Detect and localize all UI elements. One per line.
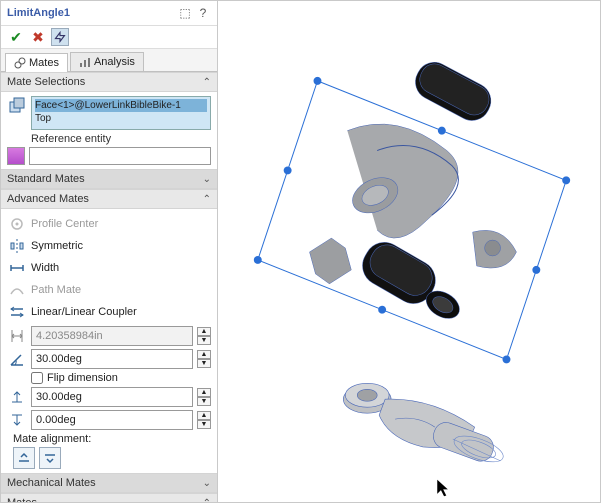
section-advanced-label: Advanced Mates — [7, 193, 89, 205]
tab-bar: Mates Analysis — [1, 49, 217, 72]
flip-dimension-input[interactable] — [31, 372, 43, 384]
titlebar: LimitAngle1 ⬚ ? — [1, 1, 217, 26]
distance-input[interactable]: 4.20358984in — [31, 326, 193, 346]
section-mates-list[interactable]: Mates ⌃ — [1, 493, 217, 502]
section-mate-selections-label: Mate Selections — [7, 76, 85, 88]
chevron-up-icon: ⌃ — [203, 194, 211, 205]
selection-icon[interactable] — [7, 96, 27, 130]
mate-selections-body: Face<1>@LowerLinkBibleBike-1 Top Referen… — [1, 92, 217, 169]
tab-analysis-label: Analysis — [94, 56, 135, 68]
selection-item-1[interactable]: Face<1>@LowerLinkBibleBike-1 — [35, 99, 207, 112]
panel-title: LimitAngle1 — [7, 7, 175, 19]
selection-list[interactable]: Face<1>@LowerLinkBibleBike-1 Top — [31, 96, 211, 130]
tab-mates[interactable]: Mates — [5, 53, 68, 72]
chevron-up-icon: ⌃ — [203, 77, 211, 88]
distance-icon — [7, 328, 27, 344]
graphics-viewport[interactable] — [218, 1, 600, 502]
tab-analysis[interactable]: Analysis — [70, 52, 144, 71]
mate-alignment-label: Mate alignment: — [13, 433, 211, 445]
advanced-body: Profile Center Symmetric Width Path Mate… — [1, 209, 217, 473]
property-panel: LimitAngle1 ⬚ ? ✔ ✖ Mates Analysis Mate … — [1, 1, 218, 502]
section-mate-selections[interactable]: Mate Selections ⌃ — [1, 72, 217, 92]
mate-linear-coupler[interactable]: Linear/Linear Coupler — [7, 301, 211, 323]
chevron-down-icon: ⌄ — [203, 174, 211, 185]
cancel-button[interactable]: ✖ — [29, 28, 47, 46]
angle-input[interactable]: 30.00deg — [31, 349, 193, 369]
reference-color-swatch[interactable] — [7, 147, 25, 165]
align-aligned-button[interactable] — [13, 447, 35, 469]
mate-profile-center[interactable]: Profile Center — [7, 213, 211, 235]
angle-spinner[interactable]: ▲▼ — [197, 350, 211, 368]
action-bar: ✔ ✖ — [1, 26, 217, 49]
mate-path[interactable]: Path Mate — [7, 279, 211, 301]
model-handlebar — [310, 56, 517, 324]
preview-button[interactable] — [51, 28, 69, 46]
selection-item-2[interactable]: Top — [35, 112, 207, 125]
ok-button[interactable]: ✔ — [7, 28, 25, 46]
lower-limit-spinner[interactable]: ▲▼ — [197, 411, 211, 429]
mate-symmetric[interactable]: Symmetric — [7, 235, 211, 257]
section-standard-label: Standard Mates — [7, 173, 85, 185]
reference-entity-input[interactable] — [29, 147, 211, 165]
chevron-up-icon: ⌃ — [203, 498, 211, 503]
angle-icon — [7, 351, 27, 367]
chevron-down-icon: ⌄ — [203, 478, 211, 489]
lower-limit-input[interactable]: 0.00deg — [31, 410, 193, 430]
upper-limit-spinner[interactable]: ▲▼ — [197, 388, 211, 406]
section-advanced-mates[interactable]: Advanced Mates ⌃ — [1, 189, 217, 209]
app-frame: LimitAngle1 ⬚ ? ✔ ✖ Mates Analysis Mate … — [0, 0, 601, 503]
section-mechanical-label: Mechanical Mates — [7, 477, 96, 489]
upper-limit-input[interactable]: 30.00deg — [31, 387, 193, 407]
section-mechanical-mates[interactable]: Mechanical Mates ⌄ — [1, 473, 217, 493]
distance-spinner[interactable]: ▲▼ — [197, 327, 211, 345]
flip-dimension-checkbox[interactable]: Flip dimension — [31, 372, 211, 384]
reference-entity-label: Reference entity — [31, 133, 211, 145]
align-antialigned-button[interactable] — [39, 447, 61, 469]
lower-limit-icon — [7, 412, 27, 428]
pin-icon[interactable]: ⬚ — [177, 5, 193, 21]
section-mates-label: Mates — [7, 497, 37, 502]
tab-mates-label: Mates — [29, 57, 59, 69]
cursor-icon — [437, 479, 449, 497]
panel-scroll: Mate Selections ⌃ Face<1>@LowerLinkBible… — [1, 72, 217, 502]
upper-limit-icon — [7, 389, 27, 405]
help-icon[interactable]: ? — [195, 5, 211, 21]
model-lower-link — [343, 383, 506, 467]
section-standard-mates[interactable]: Standard Mates ⌄ — [1, 169, 217, 189]
mate-width[interactable]: Width — [7, 257, 211, 279]
